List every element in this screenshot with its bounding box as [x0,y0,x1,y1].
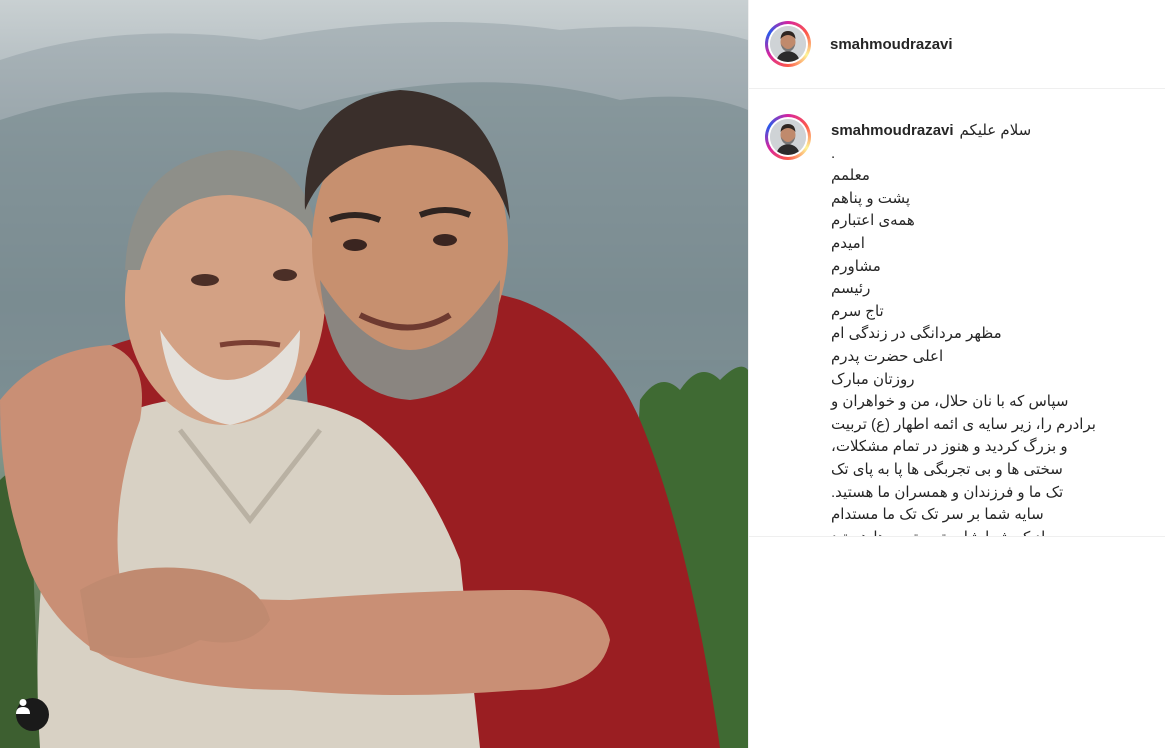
header-username[interactable]: smahmoudrazavi [830,36,953,53]
caption-line: پشت و پناهم [831,189,911,207]
caption-line: مشاورم [831,257,881,275]
caption-paragraph-line: و بزرگ کردید و هنوز در تمام مشکلات، [831,438,1068,456]
caption-line: اعلی حضرت پدرم [831,347,944,365]
caption-paragraph-line: برادرم را، زیر سایه ی ائمه اطهار (ع) ترب… [831,415,1096,433]
post-photo[interactable] [0,0,748,748]
caption-line: همه‌ی اعتبارم [831,212,915,230]
caption-paragraph-line: سختی ها و بی تجربگی ها پا به پای تک [831,460,1063,478]
caption-line: رئیسم [831,280,871,298]
photo-illustration [0,22,748,748]
caption-line: . [831,144,836,162]
avatar-image [770,26,806,62]
caption-line: روزتان مبارک [831,370,915,388]
caption-avatar [770,119,806,155]
caption-avatar-image [770,119,806,155]
caption-paragraph-line: باد که شما شایسته بهترین ها هستید [831,527,1099,536]
post-header: smahmoudrazavi [749,0,1165,89]
caption-username[interactable]: smahmoudrazavi [831,120,954,143]
caption-paragraph-line: سایه شما بر سر تک تک ما مستدام [831,506,1044,524]
caption-line: امیدم [831,234,865,252]
caption-greeting: سلام علیکم [959,122,1032,139]
user-silhouette-icon [16,699,30,714]
avatar [770,26,806,62]
caption-paragraph-line: سپاس که با نان حلال، من و خواهران و [831,393,1069,411]
post-side-panel: smahmoudrazavi smahmoudrazavi سلام علیکم… [748,0,1165,748]
caption-line: مظهر مردانگی در زندگی ام [831,325,1002,343]
story-ring[interactable] [765,21,811,67]
caption-text: smahmoudrazavi سلام علیکم . معلمم پشت و … [831,120,1149,536]
caption-story-ring[interactable] [765,114,811,160]
caption-paragraph-line: تک ما و فرزندان و همسران ما هستید. [831,483,1064,501]
caption-section: smahmoudrazavi سلام علیکم . معلمم پشت و … [749,89,1165,537]
user-tag-button[interactable] [16,698,49,731]
caption-line: تاج سرم [831,302,884,320]
caption-line: معلمم [831,167,870,185]
